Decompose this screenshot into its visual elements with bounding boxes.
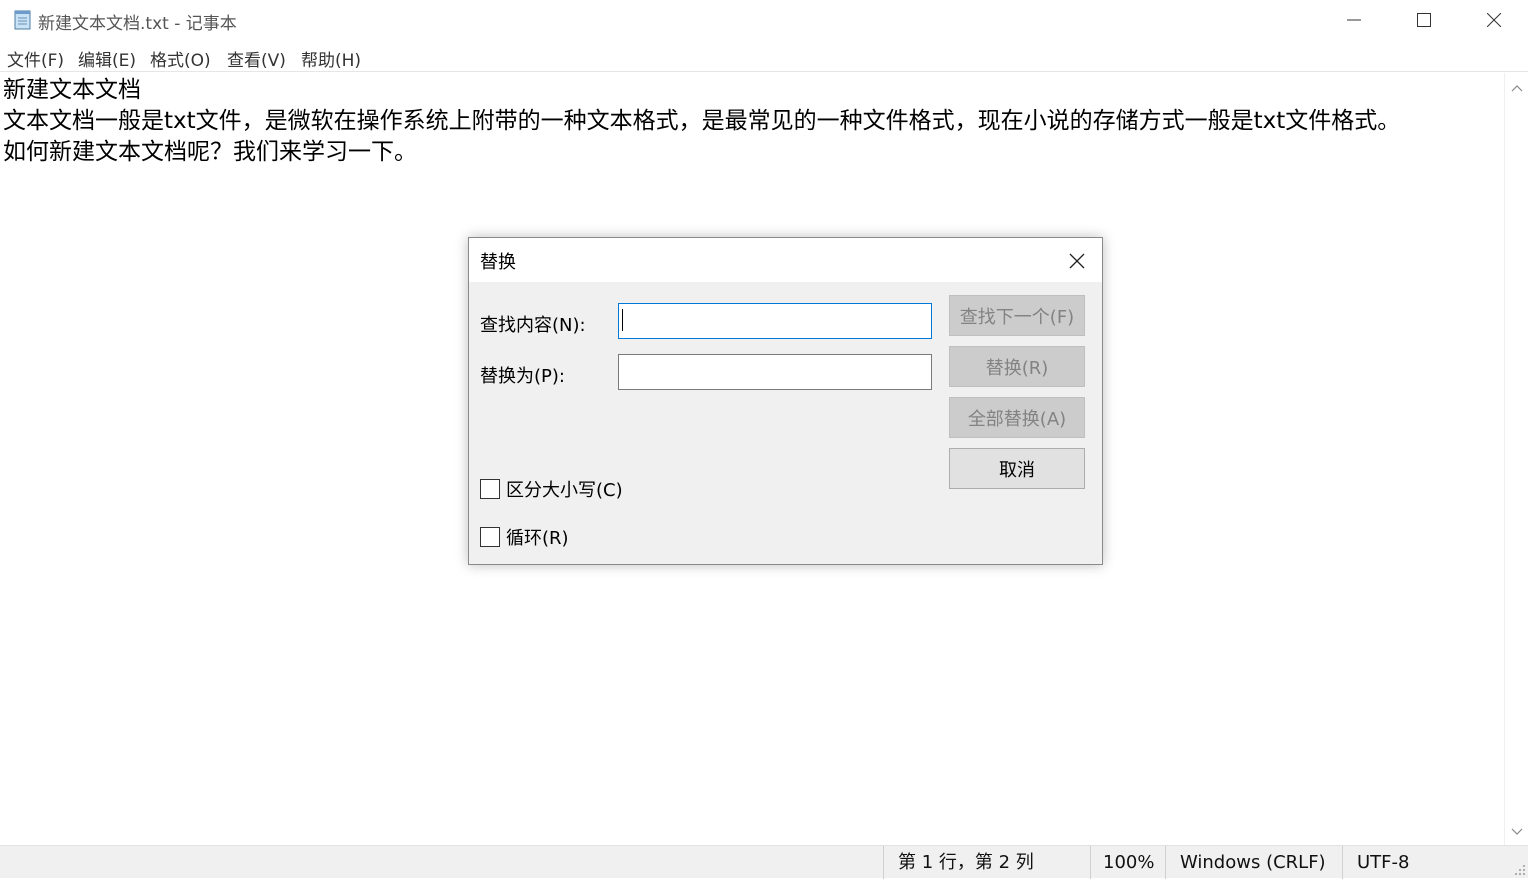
replace-input[interactable]	[618, 354, 932, 390]
notepad-icon	[14, 10, 31, 30]
resize-grip-icon[interactable]	[1512, 862, 1526, 876]
replace-all-button[interactable]: 全部替换(A)	[949, 397, 1085, 438]
match-case-checkbox[interactable]	[480, 479, 500, 499]
vertical-scrollbar[interactable]	[1504, 73, 1528, 845]
menu-bar: 文件(F) 编辑(E) 格式(O) 查看(V) 帮助(H)	[0, 40, 1528, 72]
scroll-up-arrow-icon[interactable]	[1511, 83, 1523, 95]
find-input[interactable]	[618, 303, 932, 339]
minimize-button[interactable]	[1319, 0, 1389, 40]
text-caret	[622, 309, 623, 331]
wrap-around-checkbox[interactable]	[480, 527, 500, 547]
maximize-icon	[1417, 13, 1431, 27]
notepad-window: 新建文本文档.txt - 记事本 文件(F) 编辑(E) 格式(O) 查看(V)…	[0, 0, 1528, 879]
match-case-label: 区分大小写(C)	[506, 480, 623, 501]
match-case-option[interactable]: 区分大小写(C)	[480, 476, 623, 502]
wrap-around-option[interactable]: 循环(R)	[480, 524, 569, 550]
status-cursor-position: 第 1 行，第 2 列	[883, 846, 1091, 879]
replace-dialog: 替换 查找内容(N): 替换为(P): 查找下一个(F) 替换(R) 全部替换(…	[468, 237, 1103, 565]
close-icon	[1487, 13, 1501, 27]
find-label: 查找内容(N):	[480, 315, 586, 336]
dialog-title-bar[interactable]: 替换	[469, 238, 1102, 282]
replace-label: 替换为(P):	[480, 366, 565, 387]
menu-view[interactable]: 查看(V)	[227, 46, 286, 71]
maximize-button[interactable]	[1389, 0, 1459, 40]
find-next-button[interactable]: 查找下一个(F)	[949, 295, 1085, 336]
minimize-icon	[1347, 19, 1361, 21]
dialog-close-button[interactable]	[1054, 246, 1100, 276]
editor-line: 新建文本文档	[3, 77, 141, 103]
status-line-ending: Windows (CRLF)	[1165, 846, 1342, 879]
close-icon	[1069, 253, 1085, 269]
scroll-down-arrow-icon[interactable]	[1511, 825, 1523, 837]
editor-line: 如何新建文本文档呢？我们来学习一下。	[3, 139, 417, 165]
editor-line: 文本文档一般是txt文件，是微软在操作系统上附带的一种文本格式，是最常见的一种文…	[3, 108, 1401, 134]
status-encoding: UTF-8	[1342, 846, 1512, 879]
menu-file[interactable]: 文件(F)	[7, 46, 64, 71]
replace-button[interactable]: 替换(R)	[949, 346, 1085, 387]
window-title: 新建文本文档.txt - 记事本	[38, 14, 237, 34]
wrap-around-label: 循环(R)	[506, 528, 569, 549]
title-bar[interactable]: 新建文本文档.txt - 记事本	[0, 0, 1528, 40]
menu-format[interactable]: 格式(O)	[150, 46, 211, 71]
menu-help[interactable]: 帮助(H)	[301, 46, 361, 71]
close-button[interactable]	[1459, 0, 1528, 40]
dialog-title: 替换	[480, 252, 516, 273]
status-zoom: 100%	[1090, 846, 1165, 879]
status-bar: 第 1 行，第 2 列 100% Windows (CRLF) UTF-8	[0, 845, 1528, 879]
cancel-button[interactable]: 取消	[949, 448, 1085, 489]
menu-edit[interactable]: 编辑(E)	[78, 46, 136, 71]
